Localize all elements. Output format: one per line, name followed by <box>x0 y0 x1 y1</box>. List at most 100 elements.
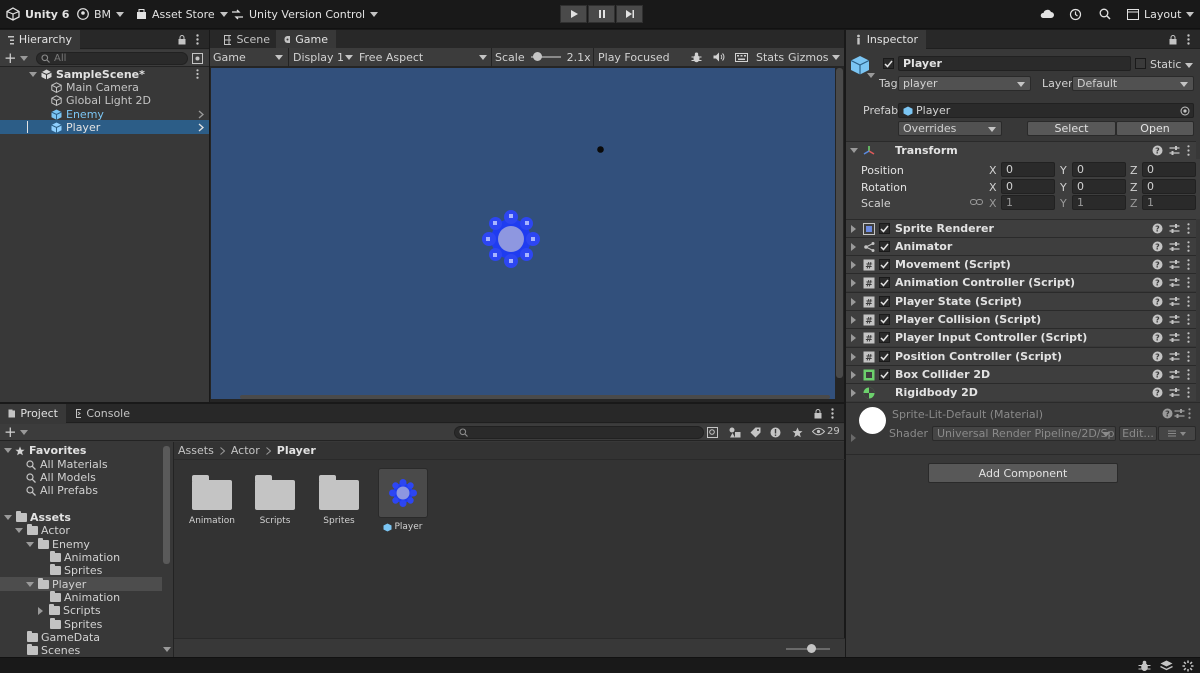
scale-z-field[interactable]: 1 <box>1142 195 1196 210</box>
tab-game[interactable]: Game <box>276 30 336 49</box>
link-icon[interactable] <box>970 197 983 207</box>
play-button[interactable] <box>560 5 587 23</box>
foldout-arrow-icon[interactable] <box>851 371 856 379</box>
tree-enemy-sprites[interactable]: Sprites <box>50 564 102 577</box>
asset-folder-scripts[interactable]: Scripts <box>243 468 307 538</box>
kebab-menu-icon[interactable] <box>1187 369 1190 380</box>
component-enabled-checkbox[interactable] <box>879 241 890 252</box>
view-dropdown[interactable]: Game <box>213 49 285 65</box>
hidden-packages-toggle[interactable]: 29 <box>812 426 840 437</box>
lock-icon[interactable] <box>814 409 822 419</box>
presets-icon[interactable] <box>1169 314 1180 325</box>
scale-x-field[interactable]: 1 <box>1001 195 1055 210</box>
filter-type-icon[interactable] <box>729 427 741 438</box>
overrides-dropdown[interactable]: Overrides <box>898 121 1002 136</box>
tree-scenes[interactable]: Scenes <box>27 644 80 657</box>
account-dropdown[interactable]: BM <box>77 5 125 23</box>
breadcrumb-actor[interactable]: Actor <box>231 444 260 457</box>
add-component-button[interactable]: Add Component <box>928 463 1118 483</box>
chevron-right-icon[interactable] <box>198 110 204 119</box>
foldout-arrow-icon[interactable] <box>851 225 856 233</box>
position-z-field[interactable]: 0 <box>1142 162 1196 177</box>
static-checkbox[interactable] <box>1135 58 1146 69</box>
scene-root-row[interactable]: SampleScene* <box>0 67 209 81</box>
search-by-type-icon[interactable] <box>707 427 718 438</box>
kebab-menu-icon[interactable] <box>1187 332 1190 343</box>
kebab-menu-icon[interactable] <box>1187 241 1190 252</box>
component-player-collision-script[interactable]: # Player Collision (Script)? <box>846 310 1196 328</box>
hierarchy-item-main-camera[interactable]: Main Camera <box>0 80 209 94</box>
kebab-menu-icon[interactable] <box>1188 408 1191 419</box>
position-x-field[interactable]: 0 <box>1001 162 1055 177</box>
tab-console[interactable]: Console <box>68 404 138 423</box>
history-button[interactable] <box>1069 5 1082 23</box>
presets-icon[interactable] <box>1169 332 1180 343</box>
lock-icon[interactable] <box>1169 35 1177 45</box>
hierarchy-item-player[interactable]: Player <box>0 120 209 134</box>
asset-folder-animation[interactable]: Animation <box>180 468 244 538</box>
foldout-arrow-icon[interactable] <box>851 243 856 251</box>
tree-assets[interactable]: Assets <box>4 511 71 524</box>
help-icon[interactable]: ? <box>1152 387 1163 398</box>
tree-player-sprites[interactable]: Sprites <box>50 618 102 631</box>
tag-dropdown[interactable]: player <box>898 76 1031 91</box>
kebab-menu-icon[interactable] <box>1187 314 1190 325</box>
warning-filter-icon[interactable] <box>770 427 781 438</box>
presets-icon[interactable] <box>1169 241 1180 252</box>
layout-dropdown[interactable]: Layout <box>1127 5 1195 23</box>
position-y-field[interactable]: 0 <box>1072 162 1126 177</box>
kebab-menu-icon[interactable] <box>1187 296 1190 307</box>
foldout-arrow-icon[interactable] <box>851 261 856 269</box>
presets-icon[interactable] <box>1169 296 1180 307</box>
tree-player-animation[interactable]: Animation <box>50 591 120 604</box>
favorite-all-materials[interactable]: All Materials <box>26 458 108 471</box>
help-icon[interactable]: ? <box>1152 369 1163 380</box>
open-button[interactable]: Open <box>1116 121 1194 136</box>
unity-menu[interactable]: Unity 6 <box>6 5 69 23</box>
foldout-arrow-icon[interactable] <box>26 542 34 547</box>
component-enabled-checkbox[interactable] <box>879 223 890 234</box>
presets-icon[interactable] <box>1169 259 1180 270</box>
foldout-arrow-icon[interactable] <box>851 353 856 361</box>
kebab-menu-icon[interactable] <box>1187 277 1190 288</box>
step-button[interactable] <box>616 5 643 23</box>
play-mode-dropdown[interactable]: Play Focused <box>598 49 688 65</box>
tree-enemy-animation[interactable]: Animation <box>50 551 120 564</box>
component-enabled-checkbox[interactable] <box>879 369 890 380</box>
foldout-arrow-icon[interactable] <box>851 434 856 442</box>
rotation-y-field[interactable]: 0 <box>1072 179 1126 194</box>
bug-toggle[interactable] <box>691 49 702 65</box>
presets-icon[interactable] <box>1174 408 1185 419</box>
tab-scene[interactable]: Scene <box>216 30 278 49</box>
foldout-arrow-icon[interactable] <box>4 515 12 520</box>
component-enabled-checkbox[interactable] <box>879 332 890 343</box>
create-button[interactable]: + <box>4 51 28 66</box>
cloud-button[interactable] <box>1039 5 1054 23</box>
component-player-input-controller-script[interactable]: # Player Input Controller (Script)? <box>846 328 1196 346</box>
help-icon[interactable]: ? <box>1152 223 1163 234</box>
favorites-header[interactable]: Favorites <box>4 444 86 457</box>
kebab-menu-icon[interactable] <box>1187 223 1190 234</box>
project-search[interactable] <box>454 426 704 439</box>
help-icon[interactable]: ? <box>1152 314 1163 325</box>
component-player-state-script[interactable]: # Player State (Script)? <box>846 292 1196 310</box>
shader-edit-button[interactable]: Edit... <box>1119 426 1157 441</box>
breadcrumb-player[interactable]: Player <box>277 444 316 457</box>
tab-hierarchy[interactable]: Hierarchy <box>0 30 80 49</box>
kebab-menu-icon[interactable] <box>1187 351 1190 362</box>
tree-player[interactable]: Player <box>26 578 86 591</box>
breadcrumb-assets[interactable]: Assets <box>178 444 214 457</box>
presets-icon[interactable] <box>1169 351 1180 362</box>
tree-gamedata[interactable]: GameData <box>27 631 100 644</box>
display-dropdown[interactable]: Display 1 <box>293 49 355 65</box>
kebab-menu-icon[interactable] <box>196 34 199 45</box>
layer-dropdown[interactable]: Default <box>1072 76 1194 91</box>
icon-chevron-down-icon[interactable] <box>867 73 875 78</box>
kebab-menu-icon[interactable] <box>1187 145 1190 156</box>
static-chevron-down-icon[interactable] <box>1185 63 1193 68</box>
label-tag-icon[interactable] <box>750 427 761 438</box>
aspect-dropdown[interactable]: Free Aspect <box>359 49 489 65</box>
favorite-all-models[interactable]: All Models <box>26 471 96 484</box>
object-picker-icon[interactable] <box>1180 106 1190 116</box>
help-icon[interactable]: ? <box>1152 241 1163 252</box>
